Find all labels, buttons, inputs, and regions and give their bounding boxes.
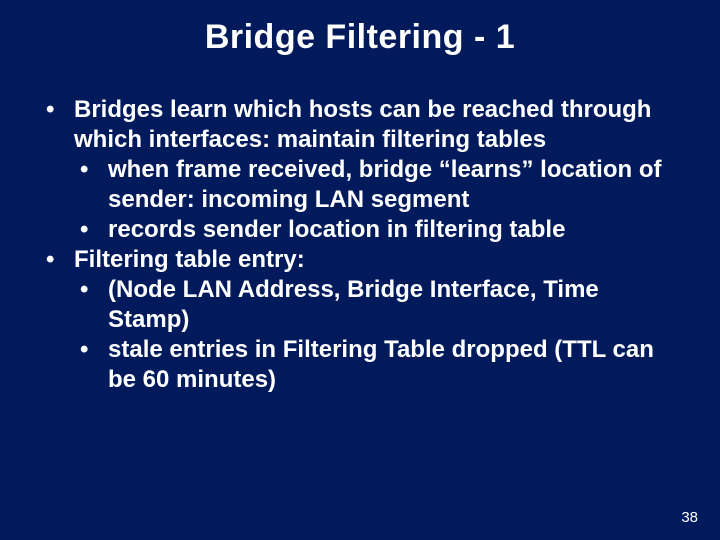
bullet-subitem: when frame received, bridge “learns” loc… [74, 155, 680, 215]
bullet-subitem: (Node LAN Address, Bridge Interface, Tim… [74, 275, 680, 335]
bullet-subitem: records sender location in filtering tab… [74, 215, 680, 245]
bullet-subtext: when frame received, bridge “learns” loc… [108, 156, 662, 213]
bullet-subtext: (Node LAN Address, Bridge Interface, Tim… [108, 276, 599, 333]
slide-title: Bridge Filtering - 1 [40, 18, 680, 57]
slide-body: Bridges learn which hosts can be reached… [40, 95, 680, 395]
bullet-list-level2: when frame received, bridge “learns” loc… [74, 155, 680, 245]
bullet-item: Bridges learn which hosts can be reached… [40, 95, 680, 245]
bullet-subtext: stale entries in Filtering Table dropped… [108, 336, 654, 393]
bullet-subtext: records sender location in filtering tab… [108, 216, 565, 243]
bullet-text: Bridges learn which hosts can be reached… [74, 96, 651, 153]
page-number: 38 [681, 509, 698, 526]
bullet-subitem: stale entries in Filtering Table dropped… [74, 335, 680, 395]
bullet-item: Filtering table entry: (Node LAN Address… [40, 245, 680, 395]
slide: Bridge Filtering - 1 Bridges learn which… [0, 0, 720, 540]
bullet-list-level2: (Node LAN Address, Bridge Interface, Tim… [74, 275, 680, 395]
bullet-text: Filtering table entry: [74, 246, 305, 273]
bullet-list-level1: Bridges learn which hosts can be reached… [40, 95, 680, 395]
